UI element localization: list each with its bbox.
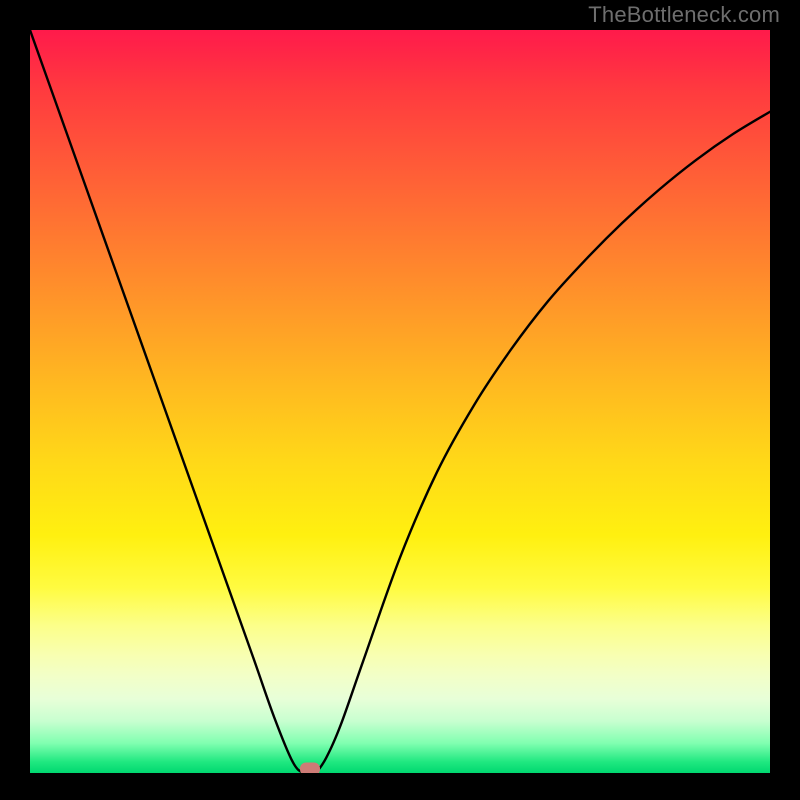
plot-area <box>30 30 770 773</box>
bottleneck-curve <box>30 30 770 773</box>
chart-frame: TheBottleneck.com <box>0 0 800 800</box>
minimum-marker <box>300 763 320 774</box>
watermark-text: TheBottleneck.com <box>588 2 780 28</box>
